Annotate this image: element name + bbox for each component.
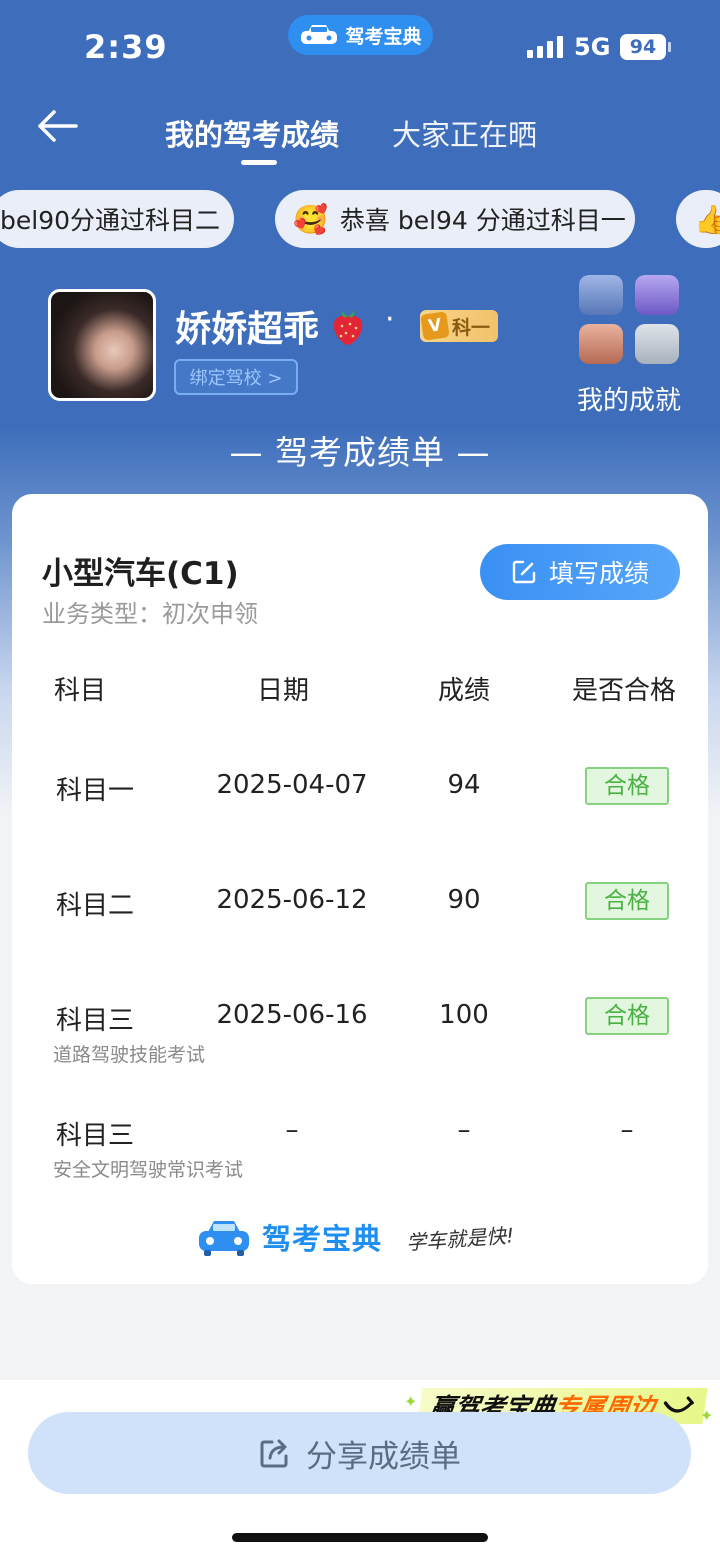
achievements-label[interactable]: 我的成就 xyxy=(577,380,681,417)
column-header-subject: 科目 xyxy=(54,676,107,706)
back-arrow-icon[interactable] xyxy=(36,108,78,144)
strawberry-icon xyxy=(333,310,363,345)
row-date: 2025-04-07 xyxy=(216,770,368,800)
report-title: — 驾考成绩单 — xyxy=(229,433,491,472)
app-badge[interactable]: 驾考宝典 xyxy=(288,15,433,55)
ticker-item[interactable]: bel90分通过科目二 xyxy=(0,190,234,248)
row-subject: 科目三 xyxy=(56,1006,135,1036)
pass-badge: 合格 xyxy=(585,767,669,805)
license-type: 小型汽车(C1) xyxy=(42,556,239,592)
share-report-button[interactable]: 分享成绩单 xyxy=(28,1412,691,1494)
row-score: 90 xyxy=(447,885,481,915)
car-logo-icon xyxy=(199,1221,249,1256)
row-date: 2025-06-16 xyxy=(216,1000,368,1030)
car-icon xyxy=(301,25,338,44)
tab-my-scores[interactable]: 我的驾考成绩 xyxy=(165,112,339,154)
row-subject: 科目二 xyxy=(56,891,135,921)
row-subject-note: 安全文明驾驶常识考试 xyxy=(53,1159,244,1181)
avatar[interactable] xyxy=(48,289,156,401)
ticker-text: bel90分通过科目二 xyxy=(0,206,221,235)
battery-tip xyxy=(668,42,671,52)
vip-level-badge[interactable]: V 科一 xyxy=(420,310,498,342)
sparkle-icon: ✦ xyxy=(404,1392,418,1411)
column-header-date: 日期 xyxy=(257,676,310,706)
score-card: 小型汽车(C1) 业务类型：初次申领 填写成绩 科目 日期 成绩 是否合格 科目… xyxy=(12,494,708,1284)
row-subject-note: 道路驾驶技能考试 xyxy=(53,1044,206,1066)
share-button-label: 分享成绩单 xyxy=(306,1438,461,1475)
row-score: 100 xyxy=(439,1000,489,1030)
battery-level: 94 xyxy=(629,36,657,58)
edit-icon xyxy=(512,560,536,584)
app-badge-label: 驾考宝典 xyxy=(345,25,422,48)
medal-icon xyxy=(579,275,623,315)
username: 娇娇超乖 xyxy=(175,309,320,350)
pass-badge: 合格 xyxy=(585,882,669,920)
sparkle-icon: ✦ xyxy=(700,1406,714,1425)
battery-icon: 94 xyxy=(620,34,666,60)
bind-school-button[interactable]: 绑定驾校 > xyxy=(174,359,298,395)
ticker-item[interactable]: 🥰 恭喜 bel94 分通过科目一 xyxy=(275,190,635,248)
row-score: – xyxy=(457,1115,471,1145)
vip-level-label: 科一 xyxy=(452,316,491,339)
fill-score-button[interactable]: 填写成绩 xyxy=(480,544,680,600)
row-score: 94 xyxy=(447,770,481,800)
column-header-pass: 是否合格 xyxy=(572,676,677,706)
share-icon xyxy=(260,1439,288,1468)
pass-badge: 合格 xyxy=(585,997,669,1035)
vip-icon: V xyxy=(420,311,450,341)
network-type: 5G xyxy=(574,33,611,61)
medal-icon xyxy=(579,324,623,364)
brand-name: 驾考宝典 xyxy=(262,1222,383,1256)
row-subject: 科目一 xyxy=(56,776,135,806)
thumbs-up-emoji-icon: 👍 xyxy=(694,202,720,236)
row-date: 2025-06-12 xyxy=(216,885,368,915)
home-indicator[interactable] xyxy=(232,1533,488,1542)
row-pass: – xyxy=(620,1115,634,1145)
tab-everyone-sharing[interactable]: 大家正在晒 xyxy=(392,112,537,154)
smile-icon xyxy=(663,1396,694,1413)
signal-icon xyxy=(527,36,563,58)
row-subject: 科目三 xyxy=(56,1121,135,1151)
name-separator: · xyxy=(385,302,395,337)
ticker-text: 恭喜 bel94 分通过科目一 xyxy=(339,206,626,235)
tab-indicator xyxy=(241,160,277,165)
business-type: 业务类型：初次申领 xyxy=(42,600,258,628)
achievement-medals[interactable] xyxy=(579,275,683,367)
status-time: 2:39 xyxy=(84,28,168,66)
row-date: – xyxy=(285,1115,299,1145)
brand-slogan: 学车就是快! xyxy=(405,1222,515,1255)
medal-icon xyxy=(635,324,679,364)
medal-icon xyxy=(635,275,679,315)
fill-score-label: 填写成绩 xyxy=(548,559,649,588)
smiling-hearts-emoji-icon: 🥰 xyxy=(293,202,328,236)
column-header-score: 成绩 xyxy=(438,676,491,706)
brand-footer: 驾考宝典 学车就是快! xyxy=(196,1216,515,1258)
